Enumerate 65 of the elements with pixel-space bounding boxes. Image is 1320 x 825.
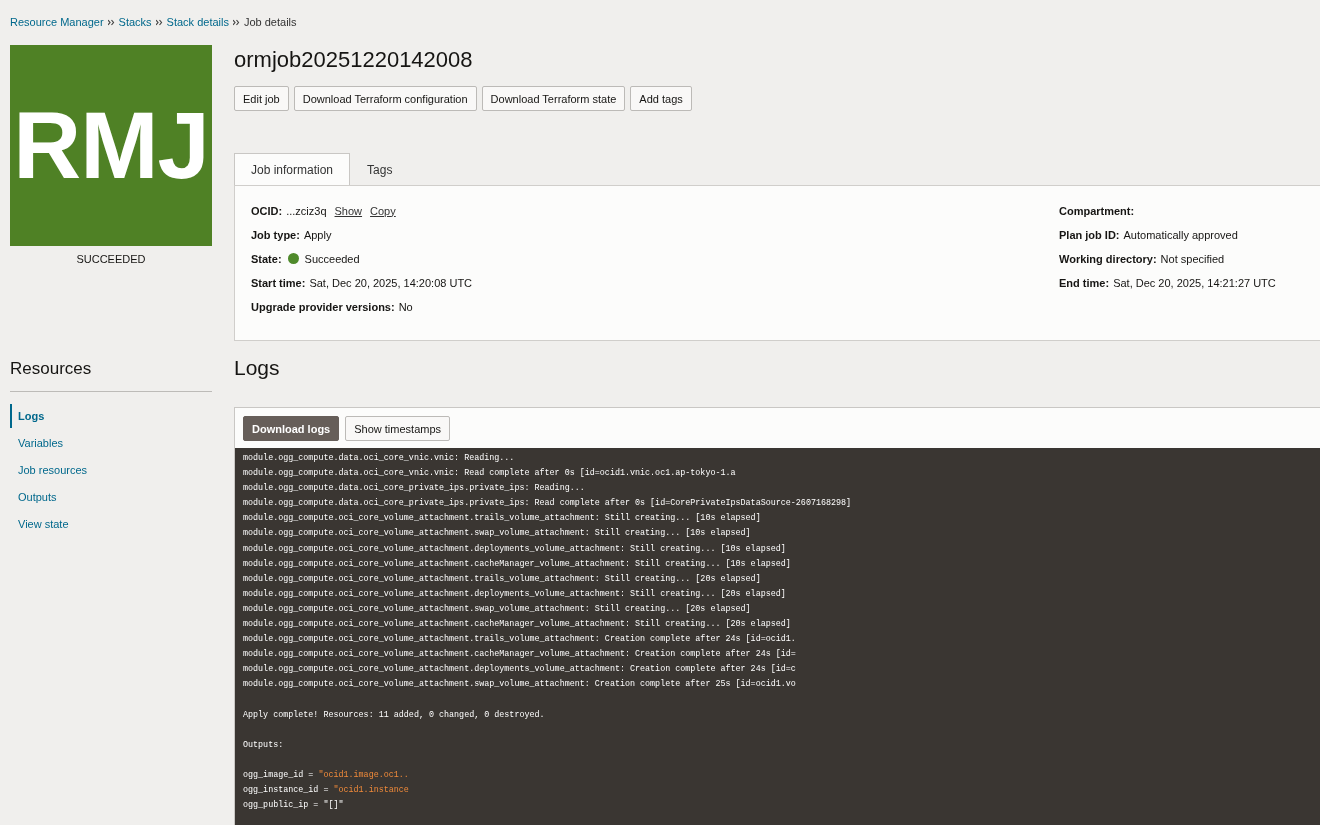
log-line: module.ogg_compute.oci_core_volume_attachment.swap_volume_attachment: Creation complete after 25s [id=ocid1.vo: [243, 678, 797, 692]
log-line: module.ogg_compute.oci_core_volume_attachment.cacheManager_volume_attachment: Creation complete after 24s [id=: [243, 648, 797, 662]
resource-link[interactable]: View state: [10, 512, 69, 536]
field-link[interactable]: Show: [334, 204, 363, 217]
timestamps-button[interactable]: Show timestamps: [345, 416, 451, 441]
log-line: module.ogg_compute.oci_core_volume_attachment.trails_volume_attachment: Creation complete after 24s [id=ocid1.: [243, 633, 797, 647]
logs-heading: Logs: [234, 356, 281, 380]
download-logs-button[interactable]: Download logs: [243, 416, 340, 441]
separator-icon: [107, 18, 115, 26]
log-line: module.ogg_compute.data.oci_core_vnic.vnic: Reading...: [243, 452, 516, 465]
log-line: module.ogg_compute.oci_core_volume_attachment.cacheManager_volume_attachment: Still creating... [10s elapsed]: [243, 557, 792, 571]
breadcrumb-link[interactable]: Stacks: [118, 16, 152, 28]
breadcrumb-link[interactable]: Stack details: [166, 16, 229, 28]
field-link[interactable]: Copy: [370, 204, 396, 217]
field-label: End time:: [1059, 276, 1110, 289]
action-button[interactable]: Download Terraform configuration: [293, 86, 477, 111]
log-line: module.ogg_compute.oci_core_volume_attachment.trails_volume_attachment: Still creating... [20s elapsed]: [243, 572, 762, 586]
log-line: module.ogg_compute.oci_core_volume_attachment.swap_volume_attachment: Still creating... [20s elapsed]: [243, 602, 752, 616]
logo-text: RMJ: [13, 98, 209, 193]
separator-icon: [232, 18, 240, 26]
field-label: Plan job ID:: [1059, 228, 1120, 241]
page-title: ormjob20251220142008: [234, 47, 474, 73]
field-label: OCID:: [251, 204, 283, 217]
log-line: module.ogg_compute.data.oci_core_vnic.vnic: Read complete after 0s [id=ocid1.vnic.oc1.ap-tokyo-1.a: [243, 467, 737, 481]
log-line: module.ogg_compute.oci_core_volume_attachment.deployments_volume_attachment: Creation complete after 24s [id=c: [243, 663, 797, 677]
log-line: module.ogg_compute.oci_core_volume_attachment.deployments_volume_attachment: Still creating... [20s elapsed]: [243, 587, 787, 601]
log-line: module.ogg_compute.data.oci_core_private_ips.private_ips: Reading...: [243, 482, 586, 496]
resource-link[interactable]: Logs: [10, 404, 45, 428]
resource-link[interactable]: Variables: [10, 431, 64, 455]
field-value: No: [398, 300, 413, 313]
job-status: SUCCEEDED: [75, 253, 147, 265]
log-line: Outputs:: [243, 738, 285, 752]
log-line: module.ogg_compute.oci_core_volume_attachment.swap_volume_attachment: Still creating... [10s elapsed]: [243, 527, 752, 541]
log-line: Apply complete! Resources: 11 added, 0 changed, 0 destroyed.: [243, 708, 546, 722]
field-value: Automatically approved: [1123, 228, 1238, 241]
field-label: State:: [251, 252, 282, 265]
log-line: module.ogg_compute.oci_core_volume_attachment.trails_volume_attachment: Still creating... [10s elapsed]: [243, 512, 762, 526]
field-label: Job type:: [251, 228, 300, 241]
field-value: Apply: [303, 228, 332, 241]
action-button[interactable]: Edit job: [234, 86, 289, 111]
tab[interactable]: Job information: [234, 153, 351, 185]
log-line: ogg_instance_id = "ocid1.instance: [243, 784, 410, 798]
field-label: Start time:: [251, 276, 306, 289]
separator-icon: [155, 18, 163, 26]
log-line: module.ogg_compute.oci_core_volume_attachment.deployments_volume_attachment: Still creating... [10s elapsed]: [243, 542, 787, 556]
field-value: Not specified: [1160, 252, 1225, 265]
field-value: Sat, Dec 20, 2025, 14:21:27 UTC: [1113, 276, 1276, 289]
log-line: ogg_image_id = "ocid1.image.oc1..: [243, 768, 410, 782]
action-button[interactable]: Add tags: [630, 86, 692, 111]
resource-link[interactable]: Job resources: [10, 458, 88, 482]
resources-heading: Resources: [10, 359, 212, 392]
field-value: Sat, Dec 20, 2025, 14:20:08 UTC: [309, 276, 473, 289]
field-value: ...zciz3q: [286, 204, 327, 217]
field-label: Working directory:: [1059, 252, 1157, 265]
field-label: Compartment:: [1059, 204, 1135, 217]
log-line: module.ogg_compute.oci_core_volume_attachment.cacheManager_volume_attachment: Still creating... [20s elapsed]: [243, 618, 792, 632]
field-label: Upgrade provider versions:: [251, 300, 395, 313]
resource-link[interactable]: Outputs: [10, 485, 57, 509]
field-value: Succeeded: [304, 252, 360, 265]
tab[interactable]: Tags: [350, 153, 410, 185]
breadcrumb-current: Job details: [243, 16, 297, 28]
log-line: module.ogg_compute.data.oci_core_private_ips.private_ips: Read complete after 0s [id=CorePrivateIpsDataSource-2607168298]: [243, 497, 853, 511]
log-line: ogg_public_ip = "[]": [243, 799, 345, 813]
breadcrumb-link[interactable]: Resource Manager: [10, 16, 104, 28]
action-button[interactable]: Download Terraform state: [481, 86, 626, 111]
